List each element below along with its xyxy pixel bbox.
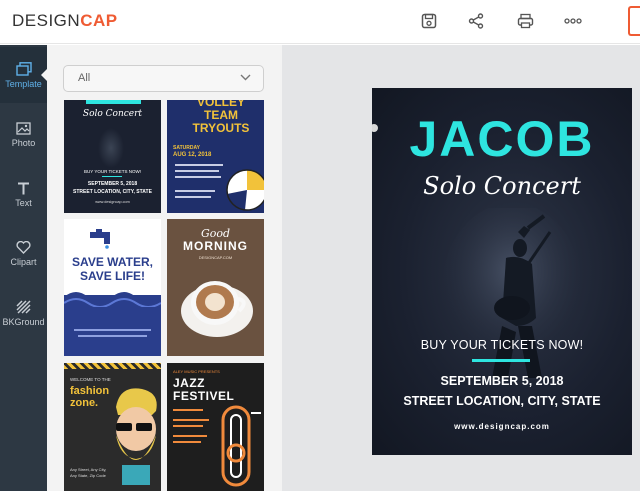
sidebar-item-label: BKGround <box>2 316 45 327</box>
thumb-title: MORNING <box>183 239 248 253</box>
sidebar-item-clipart[interactable]: Clipart <box>0 226 47 282</box>
category-filter-dropdown[interactable]: All <box>63 65 264 92</box>
save-button[interactable] <box>415 8 443 34</box>
logo-text-cap: CAP <box>80 11 118 30</box>
thumb-line <box>175 196 211 198</box>
print-button[interactable] <box>511 8 539 34</box>
sidebar-item-template[interactable]: Template <box>0 47 47 103</box>
thumb-title: SAVE WATER, SAVE LIFE! <box>72 255 153 283</box>
template-thumbnail-save-water[interactable]: SAVE WATER, SAVE LIFE! <box>64 219 161 356</box>
poster-buy-tickets-text[interactable]: BUY YOUR TICKETS NOW! <box>372 338 632 352</box>
thumb-text: Any Street, Any City, <box>70 467 107 472</box>
sidebar-item-label: Photo <box>11 138 36 148</box>
thumb-stripe <box>64 363 161 369</box>
bearded-man-illustration <box>116 388 157 485</box>
thumb-text-small: ALEY MUSIC PRESENTS <box>173 369 220 374</box>
volleyball-icon <box>226 169 264 211</box>
poster-canvas[interactable]: JACOB Solo Concert BUY YOUR TICKETS NOW!… <box>372 88 632 455</box>
poster-location[interactable]: STREET LOCATION, CITY, STATE <box>372 394 632 408</box>
thumb-title-bar <box>86 100 141 104</box>
template-icon <box>15 61 32 76</box>
thumb-text: BUY YOUR TICKETS NOW! <box>83 169 141 174</box>
share-icon <box>468 13 484 29</box>
sidebar-item-label: Clipart <box>10 257 37 267</box>
design-canvas-area: JACOB Solo Concert BUY YOUR TICKETS NOW!… <box>282 45 640 491</box>
sidebar-item-background[interactable]: BKGround <box>0 285 47 341</box>
download-button[interactable] <box>628 6 640 36</box>
thumb-line <box>175 164 223 166</box>
thumb-divider <box>102 176 122 177</box>
heart-icon <box>16 241 31 254</box>
template-panel: All Solo Concert BUY YOUR TICKETS NOW! S… <box>47 45 282 491</box>
logo-text-design: DESIGN <box>12 11 81 30</box>
coffee-cup-image <box>181 281 253 337</box>
thumb-text-small: WELCOME TO THE <box>70 377 111 382</box>
template-thumbnail-fashion-zone[interactable]: WELCOME TO THE fashion zone. Any Street,… <box>64 363 161 491</box>
thumb-text: www.designcap.com <box>95 200 130 204</box>
thumb-text: STREET LOCATION, CITY, STATE <box>73 189 152 195</box>
thumb-line <box>175 170 219 172</box>
thumb-title: JAZZ FESTIVEL <box>173 376 235 403</box>
thumb-line <box>173 441 201 443</box>
thumb-line <box>173 409 203 411</box>
sidebar-item-text[interactable]: Text <box>0 167 47 223</box>
faucet-icon <box>90 229 110 249</box>
more-options-button[interactable] <box>559 8 587 34</box>
thumb-title: VOLLEY TEAM TRYOUTS <box>192 100 250 135</box>
sidebar-item-label: Text <box>15 198 32 208</box>
photo-icon <box>16 122 31 135</box>
wave-graphic <box>64 292 161 307</box>
template-thumbnail-good-morning[interactable]: Good MORNING DESIGNCAP.COM <box>167 219 264 356</box>
sidebar-item-label: Template <box>5 78 42 89</box>
thumb-line <box>78 335 147 337</box>
thumb-line <box>175 176 221 178</box>
thumb-line <box>175 190 215 192</box>
sidebar-item-photo[interactable]: Photo <box>0 107 47 163</box>
print-icon <box>517 13 533 29</box>
text-icon <box>18 182 29 195</box>
category-filter-value: All <box>78 72 91 84</box>
poster-date[interactable]: SEPTEMBER 5, 2018 <box>372 374 632 388</box>
save-icon <box>421 13 437 29</box>
thumb-text: SEPTEMBER 5, 2018 <box>87 181 138 187</box>
poster-title[interactable]: JACOB <box>372 110 632 168</box>
thumb-line <box>74 329 151 331</box>
thumb-subtitle: Solo Concert <box>82 109 143 119</box>
thumb-text: SATURDAY <box>173 145 200 151</box>
template-thumbnail-jazz-festival[interactable]: ALEY MUSIC PRESENTS JAZZ FESTIVEL <box>167 363 264 491</box>
thumb-line <box>173 435 207 437</box>
poster-subtitle[interactable]: Solo Concert <box>372 172 632 200</box>
template-thumbnail-concert[interactable]: Solo Concert BUY YOUR TICKETS NOW! SEPTE… <box>64 100 161 213</box>
thumb-text: AUG 12, 2018 <box>173 152 212 158</box>
top-toolbar: DESIGNCAP <box>0 0 640 44</box>
more-icon <box>564 18 582 24</box>
tool-sidebar: Template Photo Text Clipart BKGround <box>0 45 47 491</box>
app-logo[interactable]: DESIGNCAP <box>12 11 118 31</box>
thumb-guitarist-image <box>98 128 124 168</box>
share-button[interactable] <box>462 8 490 34</box>
background-icon <box>16 299 31 314</box>
thumb-text: Any State, Zip Code <box>70 473 106 478</box>
thumb-line <box>173 419 209 421</box>
poster-website[interactable]: www.designcap.com <box>372 422 632 431</box>
poster-divider[interactable] <box>472 359 530 362</box>
thumb-text: DESIGNCAP.COM <box>198 255 233 260</box>
trombone-illustration <box>221 405 261 487</box>
chevron-down-icon <box>240 74 251 81</box>
thumb-line <box>173 425 203 427</box>
template-thumbnail-volleyball[interactable]: VOLLEY TEAM TRYOUTS SATURDAY AUG 12, 201… <box>167 100 264 213</box>
